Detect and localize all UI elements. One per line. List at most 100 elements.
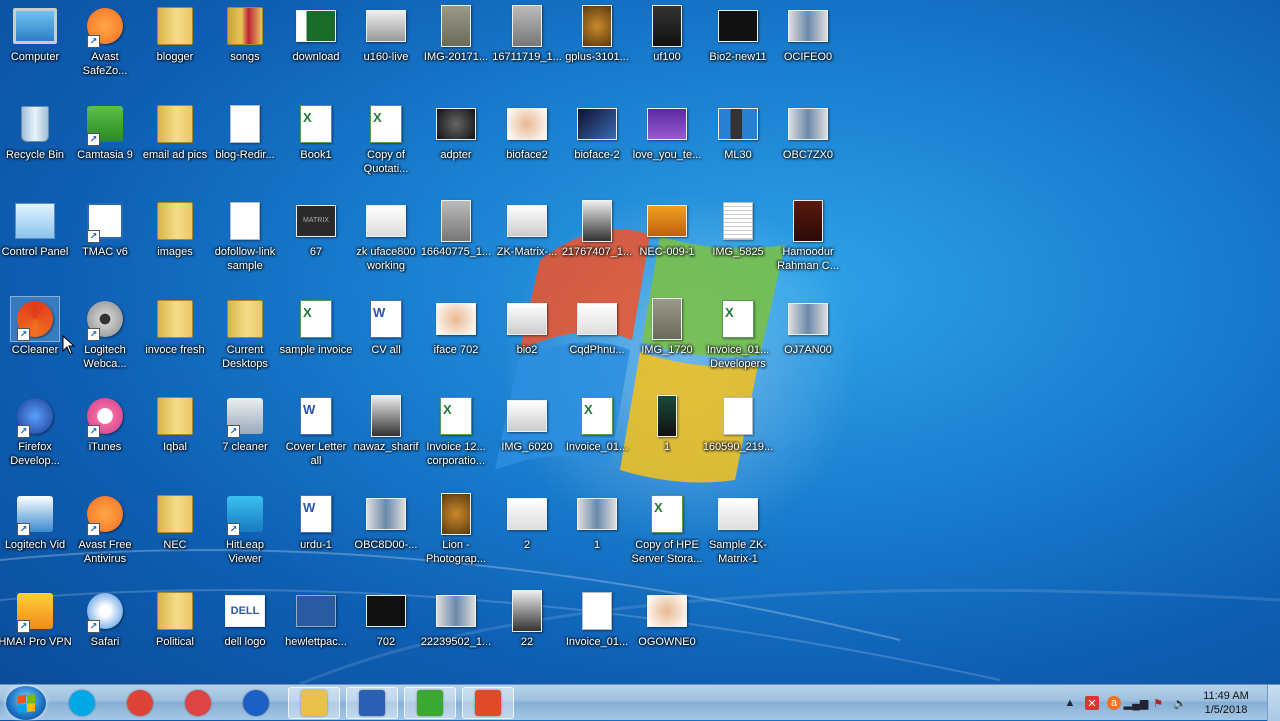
desktop-icon-obc7zx0[interactable]: OBC7ZX0	[773, 102, 843, 162]
desktop-icon-copy-of-quotati[interactable]: Copy of Quotati...	[351, 102, 421, 176]
desktop-icon-songs[interactable]: songs	[210, 4, 280, 64]
clock[interactable]: 11:49 AM 1/5/2018	[1191, 689, 1261, 717]
network-tray-icon[interactable]: ▂▄▆	[1124, 696, 1149, 710]
desktop-icon-oj7an00[interactable]: OJ7AN00	[773, 297, 843, 357]
desktop-icon-ocifeo0[interactable]: OCIFEO0	[773, 4, 843, 64]
desktop-icon-itunes[interactable]: ↗ iTunes	[70, 394, 140, 454]
desktop-icon-blog-redir[interactable]: blog-Redir...	[210, 102, 280, 162]
desktop-icon-160590-219[interactable]: 160590_219...	[703, 394, 773, 454]
taskbar-hitleap-button[interactable]	[172, 687, 224, 719]
taskbar-word-button[interactable]	[346, 687, 398, 719]
desktop-icon-zk-uface800-working[interactable]: zk uface800 working	[351, 199, 421, 273]
desktop-icon-2[interactable]: 2	[492, 492, 562, 552]
desktop-icon-hamoodur-rahman-c[interactable]: Hamoodur Rahman C...	[773, 199, 843, 273]
desktop-icon-ml30[interactable]: ML30	[703, 102, 773, 162]
desktop-icon-label: ML30	[724, 149, 752, 161]
desktop-icon-invoce-fresh[interactable]: invoce fresh	[140, 297, 210, 357]
desktop-icon-gplus-3101[interactable]: gplus-3101...	[562, 4, 632, 64]
start-button[interactable]	[6, 686, 46, 720]
desktop-icon-iface-702[interactable]: iface 702	[421, 297, 491, 357]
desktop-icon-love-you-te[interactable]: love_you_te...	[632, 102, 702, 162]
desktop-icon-logitech-vid[interactable]: ↗ Logitech Vid	[0, 492, 70, 552]
desktop-icon-email-ad-pics[interactable]: email ad pics	[140, 102, 210, 162]
show-desktop-button[interactable]	[1267, 685, 1280, 721]
desktop-icon-21767407-1[interactable]: 21767407_1...	[562, 199, 632, 259]
desktop-icon-download[interactable]: download	[281, 4, 351, 64]
taskbar-chrome-button[interactable]	[114, 687, 166, 719]
desktop-icon-recycle-bin[interactable]: Recycle Bin	[0, 102, 70, 162]
desktop-icon-current-desktops[interactable]: Current Desktops	[210, 297, 280, 371]
action-center-flag-icon[interactable]: ⚑	[1151, 696, 1165, 710]
desktop-icon-bio2-new11[interactable]: Bio2-new11	[703, 4, 773, 64]
desktop-icon-1[interactable]: 1	[632, 394, 702, 454]
desktop-icon-uf100[interactable]: uf100	[632, 4, 702, 64]
desktop-icon-hitleap-viewer[interactable]: ↗ HitLeap Viewer	[210, 492, 280, 566]
desktop-icon-iqbal[interactable]: Iqbal	[140, 394, 210, 454]
desktop-icon-67[interactable]: MATRIX 67	[281, 199, 351, 259]
desktop-icon-lion-photograp[interactable]: Lion - Photograp...	[421, 492, 491, 566]
desktop-icon-img-6020[interactable]: IMG_6020	[492, 394, 562, 454]
desktop-icon-blogger[interactable]: blogger	[140, 4, 210, 64]
desktop-icon-cv-all[interactable]: CV all	[351, 297, 421, 357]
desktop-icon-7-cleaner[interactable]: ↗ 7 cleaner	[210, 394, 280, 454]
desktop-icon-ogowne0[interactable]: OGOWNE0	[632, 589, 702, 649]
desktop-icon-camtasia-9[interactable]: ↗ Camtasia 9	[70, 102, 140, 162]
taskbar-ccleaner-button[interactable]	[462, 687, 514, 719]
desktop-icon-nawaz-sharif[interactable]: nawaz_sharif	[351, 394, 421, 454]
desktop-icon-firefox-develop[interactable]: ↗ Firefox Develop...	[0, 394, 70, 468]
desktop-icon-1[interactable]: 1	[562, 492, 632, 552]
desktop-icon-sample-zk-matrix-1[interactable]: Sample ZK-Matrix-1	[703, 492, 773, 566]
taskbar-firefox-developer-button[interactable]	[230, 687, 282, 719]
taskbar-file-explorer-button[interactable]	[288, 687, 340, 719]
desktop-icon-invoice-01-developers[interactable]: Invoice_01... Developers	[703, 297, 773, 371]
desktop-icon-avast-safezo[interactable]: ↗ Avast SafeZo...	[70, 4, 140, 78]
desktop-icon-22239502-1[interactable]: 22239502_1...	[421, 589, 491, 649]
desktop[interactable]: Computer ↗ Avast SafeZo... blogger songs down…	[0, 0, 1280, 684]
avast-tray-icon[interactable]: a	[1107, 696, 1121, 710]
show-hidden-icons-icon[interactable]: ▲	[1063, 696, 1077, 710]
desktop-icon-img-20171[interactable]: IMG-20171...	[421, 4, 491, 64]
desktop-icon-invoice-12-corporatio[interactable]: Invoice 12... corporatio...	[421, 394, 491, 468]
desktop-icon-u160-live[interactable]: u160-live	[351, 4, 421, 64]
desktop-icon-sample-invoice[interactable]: sample invoice	[280, 297, 352, 357]
desktop-icon-nec[interactable]: NEC	[140, 492, 210, 552]
desktop-icon-702[interactable]: 702	[351, 589, 421, 649]
desktop-icon-16711719-1[interactable]: 16711719_1...	[492, 4, 562, 64]
taskbar-camtasia-button[interactable]	[404, 687, 456, 719]
desktop-icon-invoice-01[interactable]: Invoice_01...	[562, 589, 632, 649]
volume-icon[interactable]: 🔈	[1173, 696, 1187, 710]
desktop-icon-book1[interactable]: Book1	[281, 102, 351, 162]
desktop-icon-political[interactable]: Political	[140, 589, 210, 649]
desktop-icon-cqdphnu[interactable]: CqdPhnu...	[562, 297, 632, 357]
desktop-icon-copy-of-hpe-server-stora[interactable]: Copy of HPE Server Stora...	[632, 492, 702, 566]
desktop-icon-tmac-v6[interactable]: ↗ TMAC v6	[70, 199, 140, 259]
desktop-icon-16640775-1[interactable]: 16640775_1...	[421, 199, 491, 259]
desktop-icon-bioface2[interactable]: bioface2	[492, 102, 562, 162]
desktop-icon-hewlettpac[interactable]: hewlettpac...	[281, 589, 351, 649]
desktop-icon-bio2[interactable]: bio2	[492, 297, 562, 357]
desktop-icon-zk-matrix[interactable]: ZK-Matrix-...	[492, 199, 562, 259]
desktop-icon-adpter[interactable]: adpter	[421, 102, 491, 162]
matrix-icon: MATRIX	[292, 199, 340, 243]
desktop-icon-images[interactable]: images	[140, 199, 210, 259]
desktop-icon-invoice-01[interactable]: Invoice_01...	[562, 394, 632, 454]
desktop-icon-cover-letter-all[interactable]: Cover Letter all	[281, 394, 351, 468]
desktop-icon-img-5825[interactable]: IMG_5825	[703, 199, 773, 259]
antivirus-tray-icon[interactable]: ✕	[1085, 696, 1099, 710]
desktop-icon-safari[interactable]: ↗ Safari	[70, 589, 140, 649]
desktop-icon-dell-logo[interactable]: DELL dell logo	[210, 589, 280, 649]
desktop-icon-ccleaner[interactable]: ↗ CCleaner	[0, 296, 70, 357]
desktop-icon-img-1720[interactable]: IMG_1720	[632, 297, 702, 357]
desktop-icon-hma-pro-vpn[interactable]: ↗ HMA! Pro VPN	[0, 589, 72, 649]
desktop-icon-control-panel[interactable]: Control Panel	[0, 199, 70, 259]
taskbar-skype-button[interactable]	[56, 687, 108, 719]
desktop-icon-avast-free-antivirus[interactable]: ↗ Avast Free Antivirus	[70, 492, 140, 566]
desktop-icon-nec-009-1[interactable]: NEC-009-1	[632, 199, 702, 259]
desktop-icon-obc8d00[interactable]: OBC8D00-...	[351, 492, 421, 552]
desktop-icon-computer[interactable]: Computer	[0, 4, 70, 64]
desktop-icon-bioface-2[interactable]: bioface-2	[562, 102, 632, 162]
desktop-icon-22[interactable]: 22	[492, 589, 562, 649]
desktop-icon-dofollow-link-sample[interactable]: dofollow-link sample	[210, 199, 280, 273]
desktop-icon-logitech-webca[interactable]: ↗ Logitech Webca...	[70, 297, 140, 371]
desktop-icon-urdu-1[interactable]: urdu-1	[281, 492, 351, 552]
